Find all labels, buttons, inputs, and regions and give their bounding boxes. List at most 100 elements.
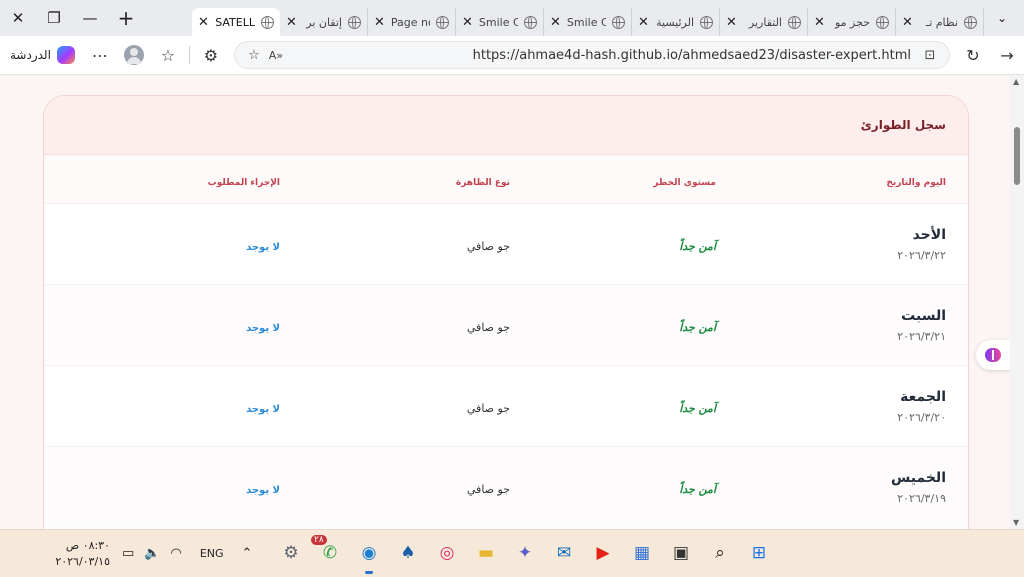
header-risk-level: مستوى الخطر: [653, 177, 716, 188]
phenomenon-type: جو صافي: [466, 482, 510, 496]
scroll-thumb[interactable]: [1014, 127, 1020, 185]
risk-level: آمن جداً: [679, 482, 716, 496]
search-app[interactable]: ⌕: [705, 538, 735, 568]
copilot-chat-button[interactable]: الدردشة: [0, 46, 83, 64]
whatsapp-app[interactable]: ✆ ٢٨: [311, 535, 345, 568]
ai-assistant-button[interactable]: [976, 340, 1010, 370]
minimize-window-button[interactable]: —: [72, 0, 108, 36]
battery-icon[interactable]: ▭: [122, 546, 134, 561]
clock[interactable]: ٠٨:٣٠ ص ٢٠٢٦/٠٣/١٥: [0, 538, 110, 570]
section-title: سجل الطوارئ: [860, 118, 946, 132]
chevron-up-icon[interactable]: ⌃: [242, 546, 253, 561]
tab-7[interactable]: إتقان بر ✕: [280, 8, 368, 36]
ellipsis-icon: ⋯: [91, 45, 108, 65]
globe-icon: [788, 15, 801, 29]
scroll-up-icon[interactable]: ▲: [1013, 77, 1019, 86]
scroll-down-icon[interactable]: ▼: [1013, 518, 1019, 527]
chevron-down-icon: ⌄: [996, 11, 1008, 25]
tab-close-icon[interactable]: ✕: [286, 15, 297, 30]
extensions-button[interactable]: ⚙: [194, 38, 228, 72]
tab-6[interactable]: Page no ✕: [368, 8, 456, 36]
start-button[interactable]: ⊞: [744, 538, 774, 568]
taskbar-apps: ⚙ ✆ ٢٨ ◉ ♠ ◎ ▬ ✦ ✉ ▶ ▦ ▣ ⌕ ⊞: [276, 535, 774, 574]
toolbar-divider: [188, 46, 190, 64]
card-header: سجل الطوارئ: [44, 96, 968, 155]
more-menu-button[interactable]: ⋯: [83, 38, 117, 72]
notes-app[interactable]: ▣: [666, 538, 696, 568]
avatar-icon: [123, 45, 144, 65]
tab-close-icon[interactable]: ✕: [550, 15, 561, 30]
volume-icon[interactable]: 🔈: [144, 546, 160, 561]
mail-icon: ✉: [556, 543, 572, 563]
minimize-icon: —: [82, 9, 98, 27]
page-scrollbar[interactable]: ▲ ▼: [1010, 75, 1024, 529]
clock-time: ٠٨:٣٠ ص: [65, 538, 110, 552]
store-app[interactable]: ▦: [627, 538, 657, 568]
edge-icon: ◉: [361, 543, 377, 563]
address-bar[interactable]: ☆ A» https://ahmae4d-hash.github.io/ahme…: [233, 41, 950, 69]
gear-icon: ⚙: [283, 543, 299, 563]
windows-logo-icon: ⊞: [751, 543, 767, 563]
plus-icon: +: [117, 6, 135, 30]
table-row: الأحد ٢٠٢٦/٣/٢٢ آمن جداً جو صافي لا يوجد: [44, 203, 968, 284]
teams-app[interactable]: ✦: [510, 538, 540, 568]
tab-actions-button[interactable]: ⌄: [984, 0, 1020, 36]
required-action: لا يوجد: [246, 484, 280, 496]
settings-app[interactable]: ⚙: [276, 538, 306, 568]
wifi-icon[interactable]: ◠: [170, 546, 181, 561]
youtube-icon: ▶: [596, 543, 610, 563]
tab-title: إتقان بر: [306, 15, 342, 29]
tab-close-icon[interactable]: ✕: [902, 15, 913, 30]
globe-icon: [612, 15, 625, 29]
globe-icon: [876, 15, 889, 29]
tab-5[interactable]: Smile C ✕: [456, 8, 544, 36]
solitaire-app[interactable]: ♠: [393, 538, 423, 568]
favorites-button[interactable]: ☆: [151, 38, 185, 72]
profile-button[interactable]: [117, 38, 151, 72]
forward-button[interactable]: →: [990, 38, 1024, 72]
day-date: ٢٠٢٦/٣/٢١: [897, 329, 946, 343]
header-phenomenon: نوع الظاهرة: [455, 177, 510, 188]
close-window-button[interactable]: ✕: [0, 0, 36, 36]
tab-close-icon[interactable]: ✕: [726, 15, 737, 30]
tab-8-active[interactable]: SATELL ✕: [192, 8, 280, 36]
restore-icon: ❐: [47, 9, 61, 27]
required-action: لا يوجد: [246, 322, 280, 334]
instagram-app[interactable]: ◎: [432, 538, 462, 568]
tab-close-icon[interactable]: ✕: [462, 15, 473, 30]
tab-close-icon[interactable]: ✕: [814, 15, 825, 30]
chat-label: الدردشة: [10, 48, 51, 62]
youtube-app[interactable]: ▶: [588, 538, 618, 568]
outlook-app[interactable]: ✉: [549, 538, 579, 568]
edge-app[interactable]: ◉: [354, 538, 384, 574]
read-aloud-icon[interactable]: A»: [265, 49, 287, 62]
language-indicator[interactable]: ENG: [192, 547, 232, 560]
tab-3[interactable]: الرئيسية ✕: [632, 8, 720, 36]
lock-icon[interactable]: ⊡: [919, 48, 941, 63]
tab-1[interactable]: حجز مو ✕: [808, 8, 896, 36]
tab-close-icon[interactable]: ✕: [198, 15, 209, 30]
file-explorer-app[interactable]: ▬: [471, 538, 501, 568]
globe-icon: [261, 15, 274, 29]
risk-level: آمن جداً: [679, 401, 716, 415]
table-body: الأحد ٢٠٢٦/٣/٢٢ آمن جداً جو صافي لا يوجد …: [44, 203, 968, 527]
instagram-icon: ◎: [439, 543, 455, 563]
url-text[interactable]: https://ahmae4d-hash.github.io/ahmedsaed…: [287, 48, 919, 63]
tab-title: التقارير: [748, 15, 782, 29]
new-tab-button[interactable]: +: [108, 0, 144, 36]
tab-0[interactable]: نظام تـ ✕: [896, 8, 984, 36]
window-icon: ▣: [672, 543, 690, 563]
tab-close-icon[interactable]: ✕: [374, 15, 385, 30]
day-date: ٢٠٢٦/٣/١٩: [897, 491, 946, 505]
tab-close-icon[interactable]: ✕: [638, 15, 649, 30]
tab-list: نظام تـ ✕ حجز مو ✕ التقارير ✕ الرئيسية ✕ Smi…: [144, 0, 984, 36]
tab-4[interactable]: Smile C ✕: [544, 8, 632, 36]
copilot-icon: [56, 46, 75, 64]
folder-icon: ▬: [477, 543, 495, 563]
tab-2[interactable]: التقارير ✕: [720, 8, 808, 36]
close-icon: ✕: [11, 9, 25, 27]
favorites-list-icon: ☆: [160, 45, 176, 65]
refresh-button[interactable]: ↻: [956, 38, 990, 72]
restore-window-button[interactable]: ❐: [36, 0, 72, 36]
add-favorite-icon[interactable]: ☆: [243, 48, 265, 63]
